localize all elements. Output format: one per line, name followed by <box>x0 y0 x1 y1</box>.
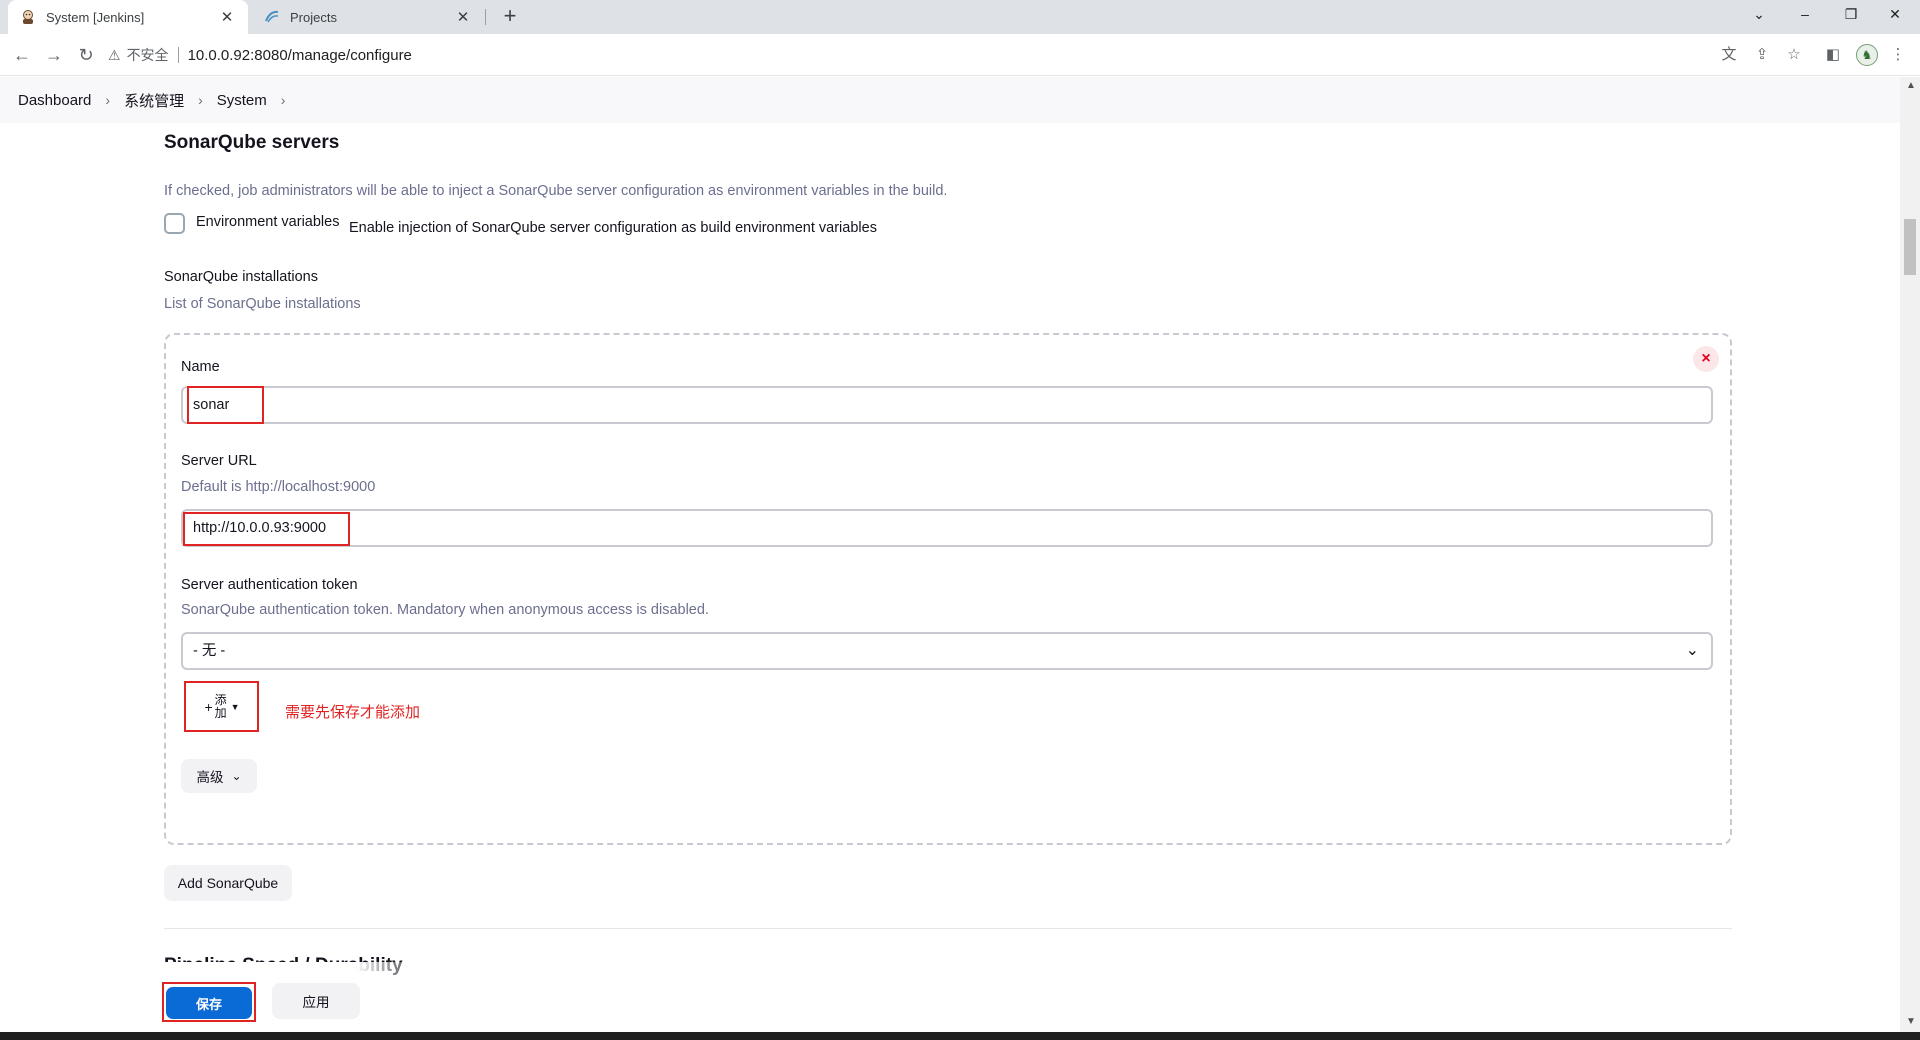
tab-separator <box>485 9 486 25</box>
add-sonarqube-button[interactable]: Add SonarQube <box>164 865 292 901</box>
chevron-right-icon[interactable]: › <box>198 92 203 108</box>
tab-close-icon[interactable]: ✕ <box>218 8 236 26</box>
server-url-input[interactable]: http://10.0.0.93:9000 <box>181 509 1713 547</box>
env-vars-help: If checked, job administrators will be a… <box>164 183 948 199</box>
chevron-right-icon[interactable]: › <box>281 92 286 108</box>
minimize-icon[interactable]: – <box>1782 0 1828 30</box>
back-icon[interactable]: ← <box>8 41 36 69</box>
section-title: SonarQube servers <box>164 132 340 153</box>
forward-icon[interactable]: → <box>40 41 68 69</box>
projects-favicon-icon <box>264 9 280 25</box>
add-button-highlight-box <box>184 681 259 732</box>
browser-toolbar: ← → ↻ ⚠ 不安全 10.0.0.92:8080/manage/config… <box>0 34 1920 76</box>
scroll-up-arrow-icon[interactable]: ▲ <box>1906 80 1916 91</box>
omnibox-divider <box>177 47 179 63</box>
section-divider <box>164 928 1732 929</box>
config-form: SonarQube servers If checked, job admini… <box>0 123 1900 1032</box>
save-highlight-box <box>162 982 256 1022</box>
side-panel-icon[interactable]: ◧ <box>1820 42 1846 68</box>
advanced-button[interactable]: 高级 ⌄ <box>181 759 257 793</box>
os-taskbar <box>0 1032 1920 1040</box>
server-url-highlight-box <box>183 512 350 546</box>
installations-label: SonarQube installations <box>164 269 318 285</box>
translate-icon[interactable]: ⽂ <box>1716 42 1742 68</box>
address-bar[interactable]: ⚠ 不安全 10.0.0.92:8080/manage/configure <box>108 39 1738 71</box>
env-vars-label[interactable]: Environment variables <box>196 214 339 230</box>
breadcrumb-manage[interactable]: 系统管理 <box>124 90 184 111</box>
new-tab-icon[interactable]: + <box>496 4 524 30</box>
breadcrumb-system[interactable]: System <box>217 92 267 109</box>
share-icon[interactable]: ⇪ <box>1749 42 1775 68</box>
name-input[interactable]: sonar <box>181 386 1713 424</box>
tab-system-jenkins[interactable]: System [Jenkins] ✕ <box>8 0 248 34</box>
token-select[interactable]: - 无 - ⌄ <box>181 632 1713 670</box>
warning-icon[interactable]: ⚠ <box>108 47 121 64</box>
tab-title: System [Jenkins] <box>46 9 145 25</box>
window-close-icon[interactable]: ✕ <box>1872 0 1918 30</box>
apply-button[interactable]: 应用 <box>272 983 360 1019</box>
url-text[interactable]: 10.0.0.92:8080/manage/configure <box>188 47 412 64</box>
tab-search-chevron-icon[interactable]: ⌄ <box>1736 0 1782 30</box>
breadcrumb-dashboard[interactable]: Dashboard <box>18 92 91 109</box>
installations-help: List of SonarQube installations <box>164 296 361 312</box>
env-vars-description: Enable injection of SonarQube server con… <box>349 220 877 236</box>
browser-tab-strip: System [Jenkins] ✕ Projects ✕ + ⌄ – ❐ ✕ <box>0 0 1920 34</box>
browser-menu-icon[interactable]: ⋮ <box>1885 42 1911 68</box>
server-url-label: Server URL <box>181 453 257 469</box>
profile-avatar[interactable]: ♞ <box>1856 44 1878 66</box>
chevron-down-icon: ⌄ <box>231 769 242 783</box>
scroll-thumb[interactable] <box>1904 219 1916 275</box>
jenkins-favicon-icon <box>20 9 36 25</box>
token-label: Server authentication token <box>181 577 358 593</box>
reload-icon[interactable]: ↻ <box>72 41 100 69</box>
scroll-down-arrow-icon[interactable]: ▼ <box>1906 1016 1916 1027</box>
name-label: Name <box>181 359 220 375</box>
tab-title: Projects <box>290 9 337 25</box>
delete-installation-button[interactable]: × <box>1693 346 1719 372</box>
insecure-label[interactable]: 不安全 <box>127 45 169 65</box>
restore-icon[interactable]: ❐ <box>1828 0 1874 30</box>
tab-close-icon[interactable]: ✕ <box>454 8 472 26</box>
annotation-note: 需要先保存才能添加 <box>285 704 421 721</box>
chevron-right-icon[interactable]: › <box>105 92 110 108</box>
token-help: SonarQube authentication token. Mandator… <box>181 602 709 618</box>
tab-projects[interactable]: Projects ✕ <box>252 0 484 34</box>
server-url-help: Default is http://localhost:9000 <box>181 479 376 495</box>
chevron-down-icon[interactable]: ⌄ <box>1686 634 1699 668</box>
bookmark-star-icon[interactable]: ☆ <box>1781 42 1807 68</box>
token-select-value: - 无 - <box>193 643 226 659</box>
name-highlight-box <box>187 386 264 424</box>
breadcrumb: Dashboard › 系统管理 › System › <box>0 77 1900 123</box>
env-vars-checkbox[interactable] <box>164 213 185 234</box>
